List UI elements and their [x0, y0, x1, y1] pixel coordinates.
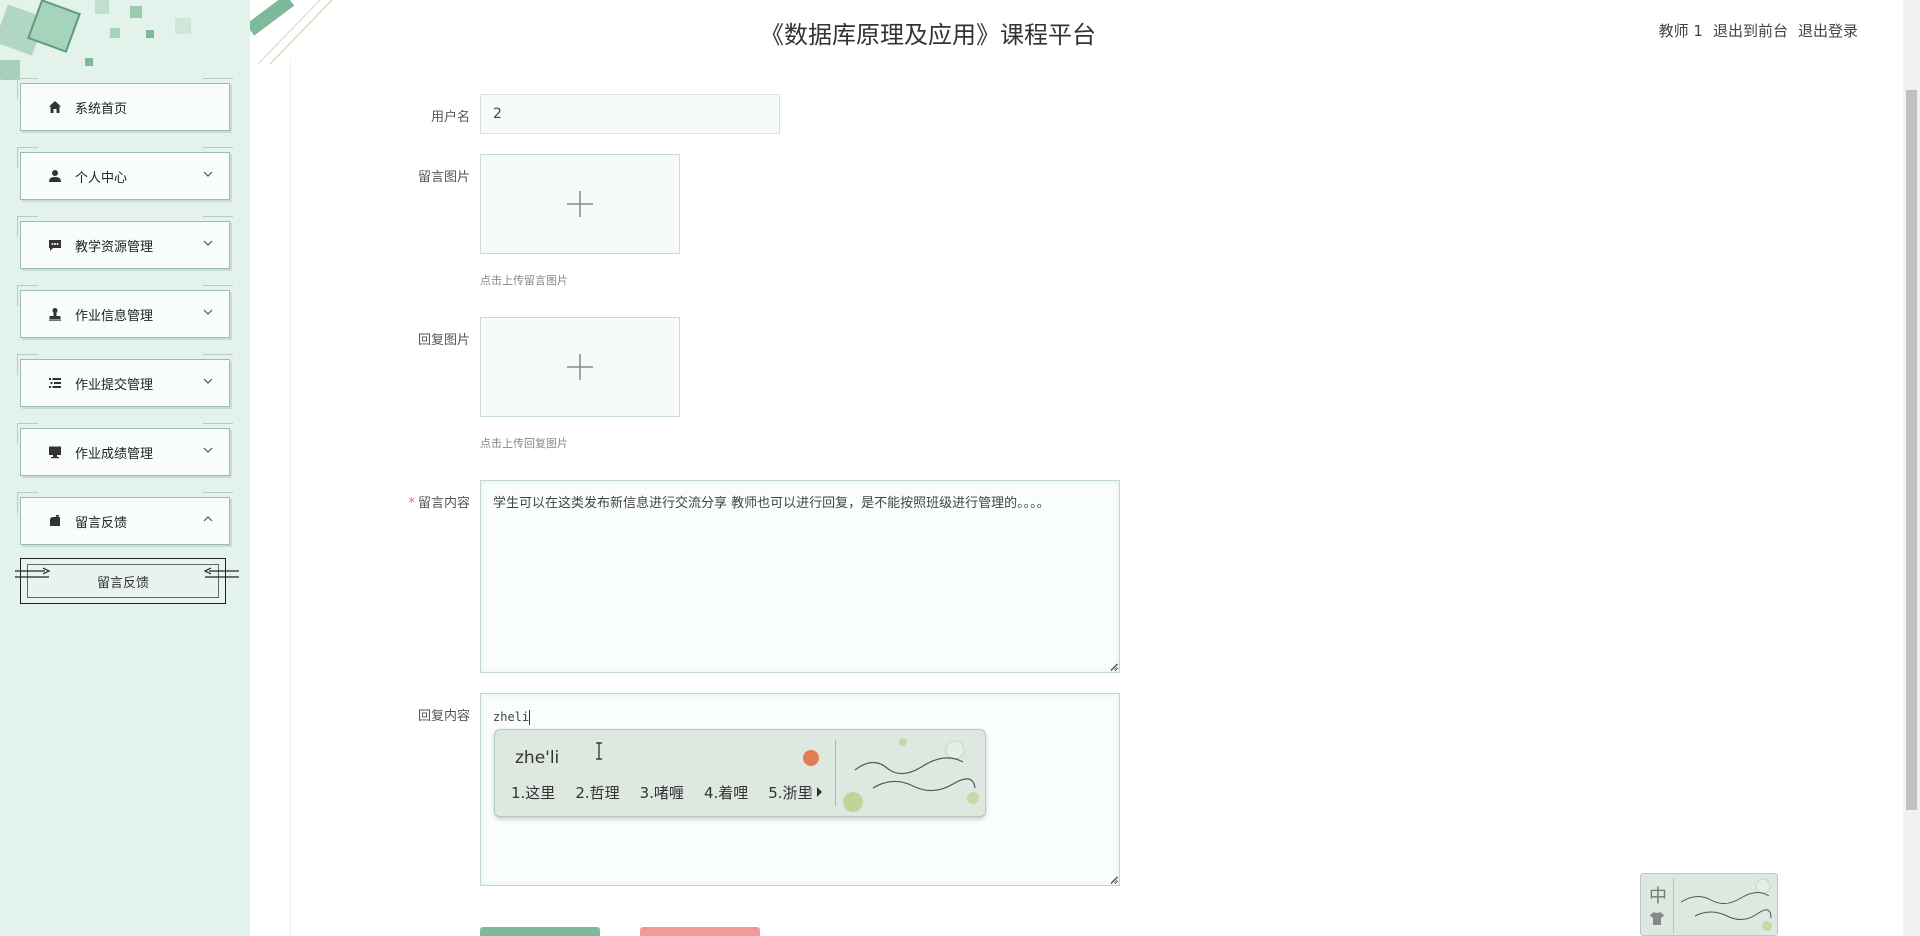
sidebar-item-homework-grades[interactable]: 作业成绩管理 [17, 423, 233, 476]
message-content-label: * 留言内容 [370, 492, 470, 511]
reply-image-upload[interactable] [480, 317, 680, 417]
ime-candidates: 1.这里 2.哲理 3.啫喱 4.着哩 5.浙里 [511, 782, 813, 803]
sidebar-item-label: 个人中心 [75, 170, 128, 186]
stamp-icon [47, 306, 63, 322]
decorative-pattern [0, 0, 191, 80]
chevron-down-icon [203, 171, 213, 177]
page-arrows-icon[interactable] [805, 786, 825, 798]
sidebar-item-label: 作业成绩管理 [75, 446, 154, 462]
mailbox-icon [47, 513, 63, 529]
reply-content-label: 回复内容 [417, 709, 470, 724]
reply-image-hint: 点击上传回复图片 [480, 437, 568, 450]
list-icon [47, 375, 63, 391]
emoji-icon[interactable] [803, 750, 819, 766]
message-image-upload[interactable] [480, 154, 680, 254]
person-icon [47, 168, 63, 184]
sidebar-item-label: 作业信息管理 [75, 308, 154, 324]
cancel-button[interactable] [640, 927, 760, 936]
sidebar-item-label: 留言反馈 [75, 515, 128, 531]
chevron-down-icon [203, 240, 213, 246]
top-links: 教师 1 退出到前台 退出登录 [1659, 20, 1858, 41]
ime-skin-image [843, 738, 979, 812]
home-icon [47, 99, 63, 115]
plus-icon [567, 191, 593, 217]
content-divider [290, 60, 291, 936]
submenu-label: 留言反馈 [96, 575, 149, 591]
ime-skin-image [1680, 878, 1772, 931]
sidebar-item-message-feedback[interactable]: 留言反馈 [17, 492, 233, 545]
page-title: 《数据库原理及应用》课程平台 [760, 21, 1096, 49]
ime-mode-indicator[interactable]: 中 [1649, 882, 1667, 908]
submit-button[interactable] [480, 927, 600, 936]
required-mark: * [408, 496, 415, 511]
scrollbar-thumb[interactable] [1906, 90, 1917, 810]
sidebar-item-personal-center[interactable]: 个人中心 [17, 147, 233, 200]
ime-status-separator [1673, 878, 1674, 933]
monitor-icon [47, 444, 63, 460]
message-content-text: 学生可以在这类发布新信息进行交流分享 教师也可以进行回复，是不能按照班级进行管理… [493, 496, 1050, 511]
sidebar: 系统首页 个人中心 教学资源管理 作业信息管理 作业提交管理 作业成绩管理 留言… [0, 0, 250, 936]
text-caret: ​ [529, 710, 531, 725]
ime-candidate-window: zhe'li 1.这里 2.哲理 3.啫喱 4.着哩 5.浙里 [494, 729, 986, 817]
sidebar-item-label: 教学资源管理 [75, 239, 154, 255]
chevron-up-icon [203, 516, 213, 522]
message-image-label: 留言图片 [417, 170, 470, 185]
current-user: 教师 1 [1658, 22, 1703, 40]
submenu-item-message-feedback[interactable]: 留言反馈 [15, 558, 239, 604]
ime-status-bar[interactable]: 中 [1640, 873, 1778, 936]
sidebar-item-teaching-resources[interactable]: 教学资源管理 [17, 216, 233, 269]
resize-handle[interactable] [1109, 662, 1117, 670]
resize-handle[interactable] [1109, 875, 1117, 883]
sidebar-item-label: 系统首页 [75, 101, 128, 117]
chevron-down-icon [203, 378, 213, 384]
reply-image-label: 回复图片 [417, 333, 470, 348]
ime-candidate[interactable]: 4.着哩 [704, 782, 748, 803]
chat-icon [47, 237, 63, 253]
scrollbar[interactable] [1903, 0, 1920, 936]
message-content-label-text: 留言内容 [417, 496, 470, 511]
text-cursor-icon [596, 742, 602, 760]
plus-icon [567, 354, 593, 380]
username-input[interactable] [480, 94, 780, 134]
header-decoration [250, 0, 333, 64]
sidebar-item-label: 作业提交管理 [75, 377, 154, 393]
username-label: 用户名 [430, 110, 470, 125]
ime-candidate[interactable]: 3.啫喱 [640, 782, 684, 803]
arrow-icon [203, 567, 239, 578]
sidebar-item-homework-submission[interactable]: 作业提交管理 [17, 354, 233, 407]
chevron-down-icon [203, 447, 213, 453]
sidebar-item-home[interactable]: 系统首页 [17, 78, 233, 131]
ime-candidate[interactable]: 1.这里 [511, 782, 555, 803]
shirt-icon[interactable] [1649, 910, 1665, 926]
reply-content-text: zheli [493, 710, 530, 724]
arrow-icon [15, 567, 51, 578]
ime-candidate[interactable]: 2.哲理 [575, 782, 619, 803]
ime-pinyin-input: zhe'li [515, 748, 560, 768]
chevron-down-icon [203, 309, 213, 315]
logout-link[interactable]: 退出登录 [1798, 20, 1858, 41]
ime-separator [835, 740, 836, 806]
sidebar-item-homework-info[interactable]: 作业信息管理 [17, 285, 233, 338]
exit-to-front-link[interactable]: 退出到前台 [1713, 20, 1788, 41]
message-content-textarea[interactable]: 学生可以在这类发布新信息进行交流分享 教师也可以进行回复，是不能按照班级进行管理… [480, 480, 1120, 673]
message-image-hint: 点击上传留言图片 [480, 274, 568, 287]
